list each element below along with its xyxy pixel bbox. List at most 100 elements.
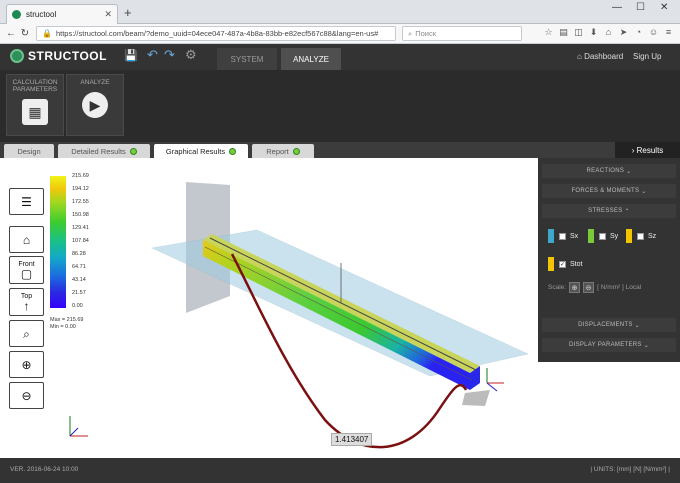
forces-moments-label: FORCES & MOMENTS: [571, 188, 640, 194]
scale-zoom-out-button[interactable]: ⊖: [583, 282, 595, 293]
chevron-down-icon: ⌄: [641, 188, 647, 195]
sx-checkbox[interactable]: [559, 232, 566, 240]
top-view-button[interactable]: Top ↑: [9, 288, 44, 316]
calculation-parameters-button[interactable]: CALCULATION PARAMETERS ▦: [6, 74, 64, 136]
address-bar[interactable]: 🔒 https://structool.com/beam/?demo_uuid=…: [36, 26, 396, 41]
new-tab-icon[interactable]: +: [124, 5, 132, 20]
stress-option-stot[interactable]: ✓ Stot: [548, 257, 582, 271]
legend-tick: 215.69: [72, 173, 89, 179]
front-view-button[interactable]: Front ▢: [9, 256, 44, 284]
legend-tick: 194.12: [72, 186, 89, 192]
menu-icon[interactable]: ≡: [661, 27, 676, 38]
forces-moments-section[interactable]: FORCES & MOMENTS ⌄: [542, 184, 676, 198]
back-icon[interactable]: ←: [4, 28, 18, 39]
support-right: [462, 390, 490, 406]
tab-detailed-results[interactable]: Detailed Results: [58, 144, 150, 158]
tab-design[interactable]: Design: [4, 144, 54, 158]
settings-gear-icon[interactable]: ⚙: [185, 47, 197, 63]
close-tab-icon[interactable]: ✕: [104, 9, 112, 20]
sz-color-swatch: [626, 229, 632, 243]
reactions-section[interactable]: REACTIONS ⌄: [542, 164, 676, 178]
download-icon[interactable]: ⬇: [586, 27, 601, 38]
home-icon[interactable]: ⌂: [601, 27, 616, 38]
global-axis-y: [69, 427, 79, 437]
zoom-fit-button[interactable]: ⌕: [9, 320, 44, 347]
close-window-icon[interactable]: ✕: [660, 2, 668, 13]
chevron-down-icon: ⌄: [634, 322, 640, 329]
stresses-label: STRESSES: [588, 208, 623, 214]
browser-nav-bar: ← ↻ 🔒 https://structool.com/beam/?demo_u…: [0, 24, 680, 44]
dashboard-link[interactable]: ⌂ Dashboard: [577, 52, 623, 61]
reading-list-icon[interactable]: ▤: [556, 27, 571, 38]
stress-option-sy[interactable]: Sy: [588, 229, 618, 243]
tab-graphical-results-label: Graphical Results: [165, 146, 226, 156]
tab-analyze[interactable]: ANALYZE: [281, 48, 341, 70]
signup-link[interactable]: Sign Up: [633, 52, 661, 61]
zoom-out-button[interactable]: ⊖: [9, 382, 44, 409]
stress-option-sz[interactable]: Sz: [626, 229, 656, 243]
app-logo[interactable]: STRUCTOOL: [10, 49, 107, 63]
app-logo-text: STRUCTOOL: [28, 49, 107, 63]
results-panel: REACTIONS ⌄ FORCES & MOMENTS ⌄ STRESSES …: [538, 158, 680, 362]
analyze-button[interactable]: ANALYZE ▶: [66, 74, 124, 136]
share-icon[interactable]: ➤: [616, 27, 631, 38]
undo-icon[interactable]: ↶: [147, 47, 158, 63]
local-axis-y: [486, 382, 498, 392]
display-parameters-label: DISPLAY PARAMETERS: [568, 342, 642, 348]
square-icon: ▢: [20, 266, 33, 281]
reload-icon[interactable]: ↻: [18, 28, 32, 39]
zoom-out-icon: ⊖: [21, 388, 32, 403]
legend-tick: 150.98: [72, 212, 89, 218]
star-icon[interactable]: ☆: [541, 27, 556, 38]
minimize-window-icon[interactable]: —: [612, 2, 622, 13]
sz-checkbox[interactable]: [637, 232, 644, 240]
status-ok-icon: [229, 147, 237, 155]
redo-icon[interactable]: ↷: [164, 47, 175, 63]
layers-list-button[interactable]: ☰: [9, 188, 44, 215]
tab-graphical-results[interactable]: Graphical Results: [154, 144, 248, 158]
tab-report[interactable]: Report: [252, 144, 314, 158]
legend-colorbar: [50, 176, 66, 308]
chevron-up-icon: ⌃: [624, 208, 630, 215]
results-toggle-label: Results: [636, 145, 664, 155]
tab-analyze-label: ANALYZE: [293, 54, 329, 64]
magnifier-icon: ⌕: [23, 326, 30, 341]
tab-system[interactable]: SYSTEM: [217, 48, 277, 70]
calculation-parameters-label: CALCULATION PARAMETERS: [12, 79, 58, 93]
chevron-down-icon: ⌄: [626, 168, 632, 175]
pocket-icon[interactable]: ◫: [571, 27, 586, 38]
zoom-in-icon: ⊕: [21, 357, 32, 372]
sz-label: Sz: [648, 232, 657, 240]
chevron-right-icon: ›: [631, 145, 635, 155]
result-tabs: Design Detailed Results Graphical Result…: [0, 142, 680, 158]
results-panel-toggle[interactable]: › Results: [615, 142, 680, 158]
chevron-down-icon: ⌄: [643, 342, 650, 349]
tab-report-label: Report: [266, 146, 289, 156]
home-icon: ⌂: [22, 232, 31, 247]
version-text: VER. 2016-06-24 10:00: [10, 466, 79, 473]
emoji-icon[interactable]: ☺: [646, 27, 661, 38]
play-icon: ▶: [82, 92, 108, 118]
scale-zoom-in-button[interactable]: ⊕: [569, 282, 581, 293]
zoom-in-button[interactable]: ⊕: [9, 351, 44, 378]
browser-tab[interactable]: structool ✕: [6, 4, 118, 24]
stresses-section[interactable]: STRESSES ⌃: [542, 204, 676, 218]
home-view-button[interactable]: ⌂: [9, 226, 44, 253]
scale-row: Scale: ⊕ ⊖ [ N/mm² ] Local: [548, 282, 641, 293]
stot-color-swatch: [548, 257, 554, 271]
displacements-section[interactable]: DISPLACEMENTS ⌄: [542, 318, 676, 332]
search-icon: ⌕: [408, 28, 413, 38]
sy-checkbox[interactable]: [599, 232, 606, 240]
stot-checkbox[interactable]: ✓: [559, 260, 566, 268]
legend-tick: 64.71: [72, 264, 86, 270]
scale-units: [ N/mm² ] Local: [597, 284, 642, 291]
stress-option-sx[interactable]: Sx: [548, 229, 578, 243]
tab-detailed-results-label: Detailed Results: [71, 146, 126, 156]
maximize-window-icon[interactable]: ☐: [636, 2, 645, 13]
save-icon[interactable]: 💾: [124, 49, 138, 62]
notification-icon[interactable]: ◔: [631, 27, 646, 38]
browser-search-input[interactable]: ⌕ Поиск: [402, 26, 522, 41]
tab-system-label: SYSTEM: [230, 54, 264, 64]
display-parameters-section[interactable]: DISPLAY PARAMETERS ⌄: [542, 338, 676, 352]
structool-favicon-icon: [12, 10, 21, 19]
